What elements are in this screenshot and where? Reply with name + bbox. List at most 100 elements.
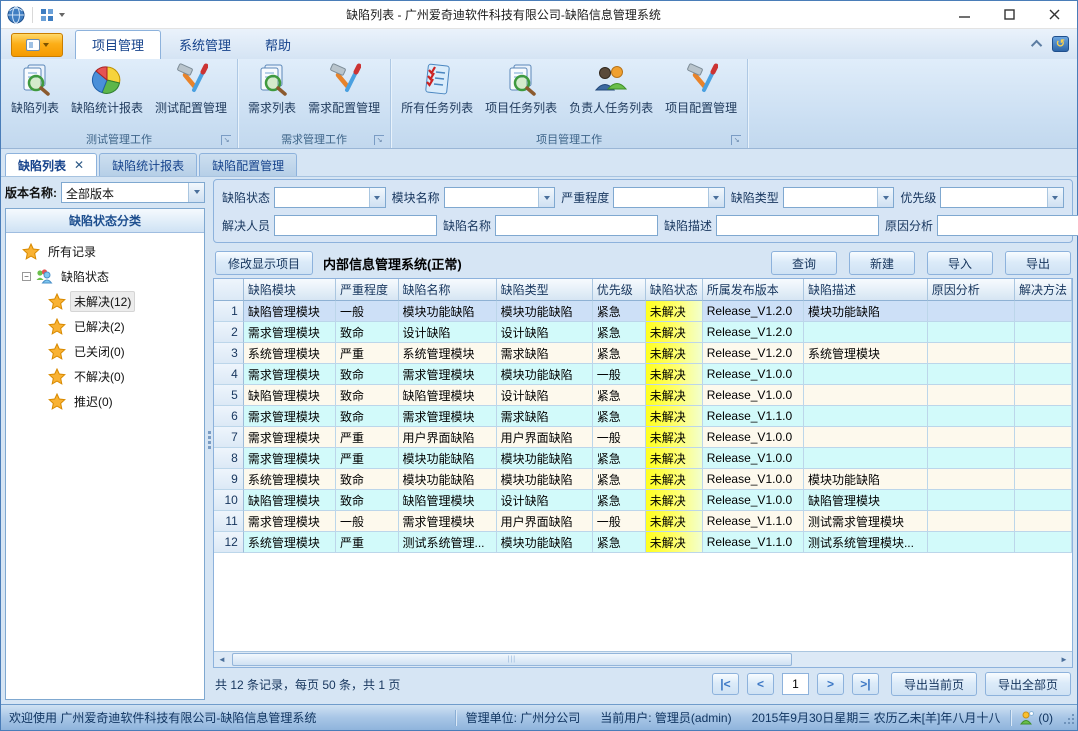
cell-3-3[interactable]: 需求缺陷 — [497, 343, 593, 364]
cell-5-4[interactable]: 紧急 — [593, 385, 646, 406]
scrollbar-track[interactable]: ||| — [230, 652, 1056, 667]
table-row-8[interactable]: 8需求管理模块严重模块功能缺陷模块功能缺陷紧急未解决Release_V1.0.0 — [214, 448, 1072, 469]
table-row-4[interactable]: 4需求管理模块致命需求管理模块模块功能缺陷一般未解决Release_V1.0.0 — [214, 364, 1072, 385]
table-row-12[interactable]: 12系统管理模块严重测试系统管理...模块功能缺陷紧急未解决Release_V1… — [214, 532, 1072, 553]
ribbon-tab-2[interactable]: 帮助 — [249, 31, 307, 59]
row-indicator[interactable]: 5 — [214, 385, 244, 406]
ribbon-button-1-0[interactable]: 需求列表 — [242, 61, 302, 118]
cell-1-9[interactable] — [1015, 301, 1072, 322]
cell-11-9[interactable] — [1015, 511, 1072, 532]
prev-page-button[interactable]: < — [747, 673, 774, 695]
cell-10-8[interactable] — [928, 490, 1015, 511]
dialog-launcher-icon[interactable]: ↘ — [221, 135, 231, 145]
ribbon-button-2-2[interactable]: 负责人任务列表 — [563, 61, 659, 118]
next-page-button[interactable]: > — [817, 673, 844, 695]
cell-3-6[interactable]: Release_V1.2.0 — [703, 343, 804, 364]
minimize-button[interactable] — [942, 1, 987, 28]
toolbar-action-button-1[interactable]: 新建 — [849, 251, 915, 275]
row-indicator[interactable]: 8 — [214, 448, 244, 469]
cell-9-8[interactable] — [928, 469, 1015, 490]
cell-5-8[interactable] — [928, 385, 1015, 406]
dialog-launcher-icon[interactable]: ↘ — [731, 135, 741, 145]
row-indicator[interactable]: 6 — [214, 406, 244, 427]
scrollbar-thumb[interactable]: ||| — [232, 653, 792, 666]
toolbar-action-button-2[interactable]: 导入 — [927, 251, 993, 275]
sidebar-splitter[interactable] — [205, 179, 213, 700]
row-indicator[interactable]: 2 — [214, 322, 244, 343]
cell-8-2[interactable]: 模块功能缺陷 — [399, 448, 497, 469]
doc-tab-1[interactable]: 缺陷统计报表 — [99, 153, 197, 176]
cell-11-2[interactable]: 需求管理模块 — [399, 511, 497, 532]
row-indicator[interactable]: 12 — [214, 532, 244, 553]
chevron-down-icon[interactable] — [188, 183, 204, 202]
modify-display-items-button[interactable]: 修改显示项目 — [215, 251, 313, 275]
last-page-button[interactable]: >| — [852, 673, 879, 695]
cell-12-3[interactable]: 模块功能缺陷 — [497, 532, 593, 553]
ribbon-button-2-0[interactable]: 所有任务列表 — [395, 61, 479, 118]
cell-9-1[interactable]: 致命 — [336, 469, 399, 490]
cell-4-0[interactable]: 需求管理模块 — [244, 364, 336, 385]
table-row-2[interactable]: 2需求管理模块致命设计缺陷设计缺陷紧急未解决Release_V1.2.0 — [214, 322, 1072, 343]
cell-12-5[interactable]: 未解决 — [646, 532, 703, 553]
cell-4-2[interactable]: 需求管理模块 — [399, 364, 497, 385]
cell-9-6[interactable]: Release_V1.0.0 — [703, 469, 804, 490]
cell-3-4[interactable]: 紧急 — [593, 343, 646, 364]
cell-7-4[interactable]: 一般 — [593, 427, 646, 448]
filter-input-row2-2[interactable] — [716, 215, 879, 236]
cell-4-9[interactable] — [1015, 364, 1072, 385]
table-row-7[interactable]: 7需求管理模块严重用户界面缺陷用户界面缺陷一般未解决Release_V1.0.0 — [214, 427, 1072, 448]
row-indicator[interactable]: 7 — [214, 427, 244, 448]
table-row-3[interactable]: 3系统管理模块严重系统管理模块需求缺陷紧急未解决Release_V1.2.0系统… — [214, 343, 1072, 364]
ribbon-tab-1[interactable]: 系统管理 — [163, 31, 247, 59]
cell-2-8[interactable] — [928, 322, 1015, 343]
cell-7-9[interactable] — [1015, 427, 1072, 448]
cell-7-7[interactable] — [804, 427, 928, 448]
cell-2-7[interactable] — [804, 322, 928, 343]
collapse-ribbon-icon[interactable] — [1031, 40, 1042, 51]
cell-10-1[interactable]: 致命 — [336, 490, 399, 511]
cell-12-8[interactable] — [928, 532, 1015, 553]
grid-row-indicator-header[interactable] — [214, 279, 244, 301]
ribbon-button-2-3[interactable]: 项目配置管理 — [659, 61, 743, 118]
cell-9-2[interactable]: 模块功能缺陷 — [399, 469, 497, 490]
cell-7-3[interactable]: 用户界面缺陷 — [497, 427, 593, 448]
cell-2-3[interactable]: 设计缺陷 — [497, 322, 593, 343]
table-row-9[interactable]: 9系统管理模块致命模块功能缺陷模块功能缺陷紧急未解决Release_V1.0.0… — [214, 469, 1072, 490]
cell-4-7[interactable] — [804, 364, 928, 385]
cell-10-9[interactable] — [1015, 490, 1072, 511]
row-indicator[interactable]: 10 — [214, 490, 244, 511]
cell-8-8[interactable] — [928, 448, 1015, 469]
cell-11-6[interactable]: Release_V1.1.0 — [703, 511, 804, 532]
cell-8-3[interactable]: 模块功能缺陷 — [497, 448, 593, 469]
row-indicator[interactable]: 1 — [214, 301, 244, 322]
cell-12-7[interactable]: 测试系统管理模块... — [804, 532, 928, 553]
application-menu-button[interactable] — [11, 33, 63, 57]
cell-7-5[interactable]: 未解决 — [646, 427, 703, 448]
cell-12-6[interactable]: Release_V1.1.0 — [703, 532, 804, 553]
cell-9-0[interactable]: 系统管理模块 — [244, 469, 336, 490]
cell-10-0[interactable]: 缺陷管理模块 — [244, 490, 336, 511]
cell-9-3[interactable]: 模块功能缺陷 — [497, 469, 593, 490]
table-row-10[interactable]: 10缺陷管理模块致命缺陷管理模块设计缺陷紧急未解决Release_V1.0.0缺… — [214, 490, 1072, 511]
cell-9-9[interactable] — [1015, 469, 1072, 490]
close-button[interactable] — [1032, 1, 1077, 28]
page-number-input[interactable] — [782, 673, 809, 695]
chevron-down-icon[interactable] — [877, 188, 893, 207]
doc-tab-0[interactable]: 缺陷列表✕ — [5, 153, 97, 176]
cell-8-7[interactable] — [804, 448, 928, 469]
chevron-down-icon[interactable] — [1047, 188, 1063, 207]
chevron-down-icon[interactable] — [708, 188, 724, 207]
ribbon-button-0-2[interactable]: 测试配置管理 — [149, 61, 233, 118]
cell-2-6[interactable]: Release_V1.2.0 — [703, 322, 804, 343]
tree-node-2[interactable]: 未解决(12) — [8, 289, 202, 314]
cell-11-5[interactable]: 未解决 — [646, 511, 703, 532]
resize-grip[interactable] — [1061, 711, 1075, 725]
cell-2-0[interactable]: 需求管理模块 — [244, 322, 336, 343]
filter-input-row2-3[interactable] — [937, 215, 1078, 236]
filter-combobox-row1-4[interactable] — [940, 187, 1064, 208]
filter-input-row2-0[interactable] — [274, 215, 437, 236]
row-indicator[interactable]: 9 — [214, 469, 244, 490]
cell-1-0[interactable]: 缺陷管理模块 — [244, 301, 336, 322]
cell-8-0[interactable]: 需求管理模块 — [244, 448, 336, 469]
cell-6-8[interactable] — [928, 406, 1015, 427]
